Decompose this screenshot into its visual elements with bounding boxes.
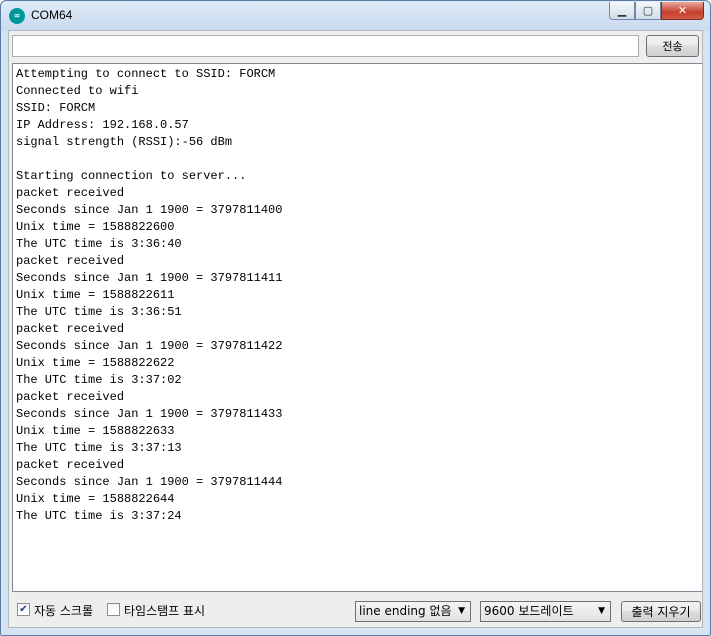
serial-output-line: packet received [16, 254, 125, 268]
serial-output-line: Attempting to connect to SSID: FORCM [16, 67, 276, 81]
clear-output-button[interactable]: 출력 지우기 [621, 601, 701, 622]
serial-output-line: IP Address: 192.168.0.57 [16, 118, 189, 132]
title-bar[interactable]: ∞ COM64 ▁ ▢ ✕ [1, 1, 710, 29]
maximize-button[interactable]: ▢ [635, 2, 661, 20]
serial-output-line: packet received [16, 322, 125, 336]
serial-output-line: Unix time = 1588822644 [16, 492, 175, 506]
line-ending-value: line ending 없음 [359, 604, 452, 618]
serial-output-line: Unix time = 1588822633 [16, 424, 175, 438]
serial-output-line: Seconds since Jan 1 1900 = 3797811422 [16, 339, 283, 353]
close-button[interactable]: ✕ [661, 2, 704, 20]
window-controls: ▁ ▢ ✕ [609, 2, 704, 20]
serial-output-line: packet received [16, 458, 125, 472]
autoscroll-checkbox[interactable]: ✔ [17, 603, 30, 616]
arduino-logo-icon: ∞ [9, 8, 25, 24]
send-button[interactable]: 전송 [646, 35, 699, 57]
serial-output-line: The UTC time is 3:37:24 [16, 509, 182, 523]
autoscroll-label[interactable]: 자동 스크롤 [34, 602, 93, 619]
serial-output-line: The UTC time is 3:36:51 [16, 305, 182, 319]
serial-output-line: Unix time = 1588822611 [16, 288, 175, 302]
serial-output-line: Seconds since Jan 1 1900 = 3797811411 [16, 271, 283, 285]
bottom-toolbar: ✔ 자동 스크롤 타임스탬프 표시 line ending 없음 ▼ 9600 … [9, 597, 702, 625]
line-ending-select[interactable]: line ending 없음 ▼ [355, 601, 471, 622]
serial-output-line: Seconds since Jan 1 1900 = 3797811444 [16, 475, 283, 489]
baud-rate-select[interactable]: 9600 보드레이트 ▼ [480, 601, 611, 622]
serial-monitor-window: ∞ COM64 ▁ ▢ ✕ 전송 Attempting to connect t… [0, 0, 711, 636]
serial-output-line: The UTC time is 3:36:40 [16, 237, 182, 251]
timestamp-checkbox[interactable] [107, 603, 120, 616]
serial-output-line: Connected to wifi [16, 84, 139, 98]
send-input[interactable] [12, 35, 639, 57]
serial-output-line: Seconds since Jan 1 1900 = 3797811400 [16, 203, 283, 217]
serial-output-line: Seconds since Jan 1 1900 = 3797811433 [16, 407, 283, 421]
minimize-button[interactable]: ▁ [609, 2, 635, 20]
serial-monitor-body: 전송 Attempting to connect to SSID: FORCM C… [8, 30, 703, 628]
serial-output-line: packet received [16, 186, 125, 200]
window-title: COM64 [31, 8, 73, 22]
serial-output-line: Unix time = 1588822600 [16, 220, 175, 234]
dropdown-arrow-icon: ▼ [598, 606, 605, 616]
serial-output-line: signal strength (RSSI):-56 dBm [16, 135, 233, 149]
serial-output-line: Starting connection to server... [16, 169, 247, 183]
serial-output-line: Unix time = 1588822622 [16, 356, 175, 370]
serial-output-line: SSID: FORCM [16, 101, 96, 115]
serial-output-line: The UTC time is 3:37:13 [16, 441, 182, 455]
dropdown-arrow-icon: ▼ [458, 606, 465, 616]
serial-output-line: packet received [16, 390, 125, 404]
serial-output-area[interactable]: Attempting to connect to SSID: FORCM Conn… [12, 63, 702, 592]
serial-output-line: The UTC time is 3:37:02 [16, 373, 182, 387]
baud-rate-value: 9600 보드레이트 [484, 604, 574, 618]
timestamp-label[interactable]: 타임스탬프 표시 [124, 602, 205, 619]
